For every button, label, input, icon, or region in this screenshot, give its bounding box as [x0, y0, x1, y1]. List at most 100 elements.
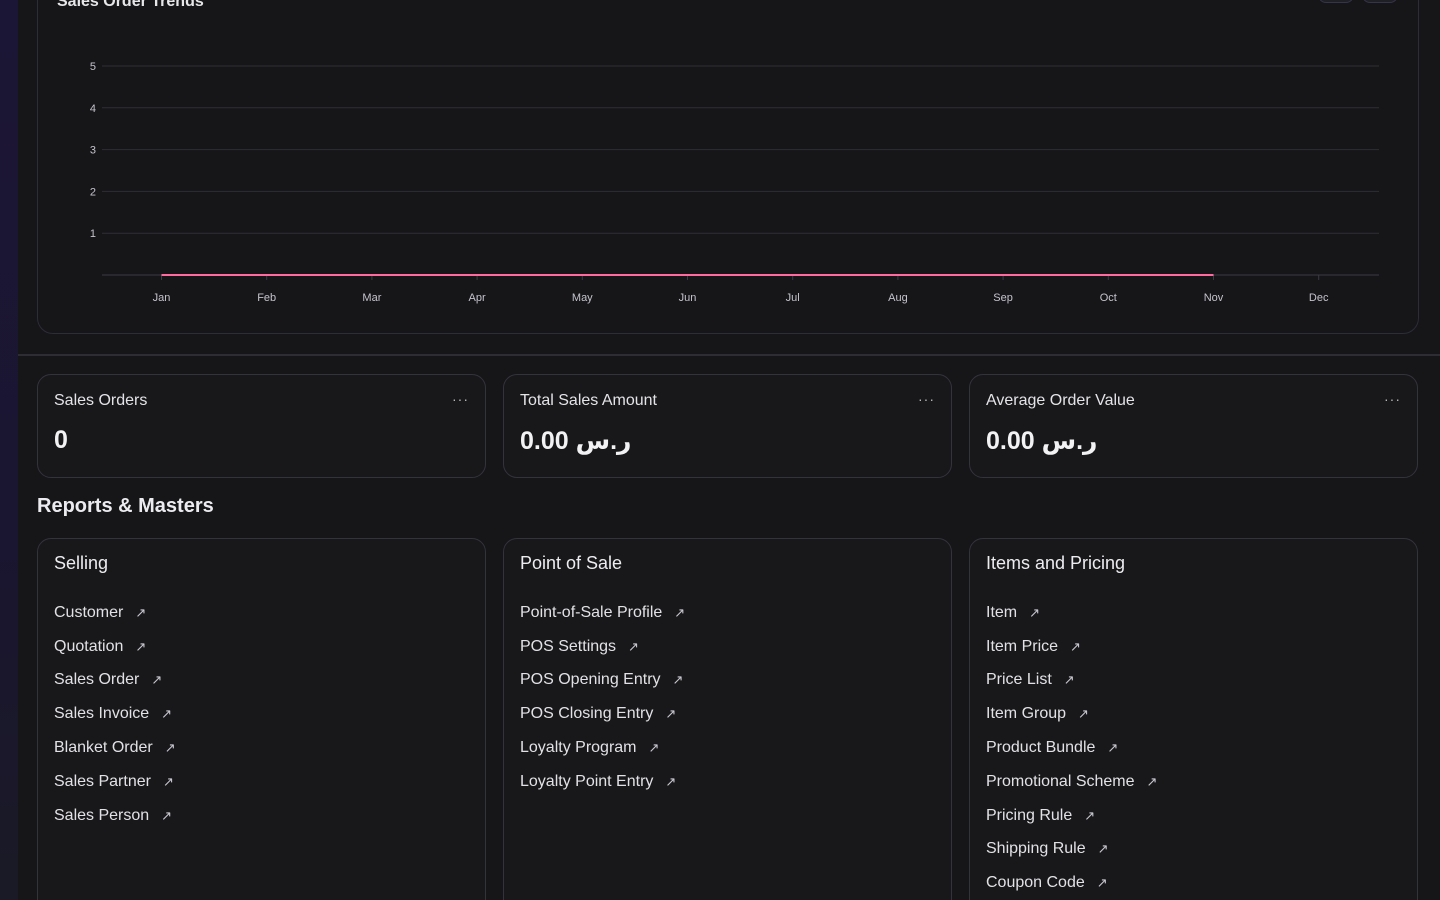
link-item[interactable]: Shipping Rule ↗: [986, 833, 1157, 867]
stat-value: 0.00 ر.س: [986, 427, 1098, 455]
x-tick-label: Feb: [257, 292, 276, 304]
arrow-up-right-icon: ↗: [151, 672, 163, 688]
link-label: Product Bundle: [986, 739, 1096, 757]
link-item[interactable]: Pricing Rule ↗: [986, 799, 1157, 833]
arrow-up-right-icon: ↗: [1097, 841, 1109, 857]
arrow-up-right-icon: ↗: [1146, 773, 1158, 789]
arrow-up-right-icon: ↗: [1107, 740, 1119, 756]
link-label: POS Settings: [520, 637, 617, 655]
link-label: Item: [986, 603, 1018, 621]
link-item[interactable]: Sales Order ↗: [54, 664, 176, 698]
y-tick-label: 1: [90, 228, 96, 240]
link-item[interactable]: Product Bundle ↗: [986, 731, 1157, 765]
link-item[interactable]: Price List ↗: [986, 664, 1157, 698]
link-label: POS Opening Entry: [520, 671, 661, 689]
link-item[interactable]: Sales Invoice ↗: [54, 697, 176, 731]
link-item[interactable]: POS Settings ↗: [520, 630, 685, 664]
arrow-up-right-icon: ↗: [1063, 672, 1075, 688]
y-tick-label: 3: [90, 145, 96, 157]
stat-card-total-sales-amount: Total Sales Amount 0.00 ر.س ···: [503, 374, 952, 478]
x-tick-label: Jan: [153, 292, 171, 304]
arrow-up-right-icon: ↗: [628, 638, 639, 654]
link-item[interactable]: Blanket Order ↗: [54, 731, 176, 765]
arrow-up-right-icon: ↗: [164, 740, 176, 756]
link-item[interactable]: Promotional Scheme ↗: [986, 765, 1157, 799]
link-label: Sales Invoice: [54, 705, 150, 723]
link-item[interactable]: Customer ↗: [54, 596, 176, 630]
stat-card-average-order-value: Average Order Value 0.00 ر.س ···: [969, 374, 1418, 478]
more-icon[interactable]: ···: [918, 391, 935, 407]
link-item[interactable]: Sales Person ↗: [54, 799, 176, 833]
card-title: Items and Pricing: [986, 553, 1126, 573]
link-item[interactable]: Loyalty Point Entry ↗: [520, 765, 685, 799]
arrow-up-right-icon: ↗: [648, 740, 660, 756]
x-tick-label: Jul: [786, 292, 800, 304]
link-label: Customer: [54, 603, 124, 621]
link-item[interactable]: Coupon Code ↗: [986, 866, 1157, 900]
link-label: Sales Partner: [54, 772, 151, 790]
stat-card-sales-orders: Sales Orders 0 ···: [37, 374, 486, 478]
x-tick-label: Dec: [1309, 292, 1329, 304]
arrow-up-right-icon: ↗: [1070, 638, 1081, 654]
x-tick-label: Oct: [1100, 292, 1117, 304]
stat-label: Average Order Value: [986, 392, 1135, 409]
link-label: Coupon Code: [986, 874, 1085, 892]
arrow-up-right-icon: ↗: [162, 773, 174, 789]
card-items-and-pricing: Items and Pricing Item ↗ Item Price ↗ Price …: [969, 538, 1418, 900]
more-icon[interactable]: ···: [452, 391, 469, 407]
link-label: Promotional Scheme: [986, 772, 1135, 790]
card-title: Point of Sale: [520, 553, 623, 573]
sidebar-edge: [0, 0, 18, 900]
stat-label: Total Sales Amount: [520, 392, 657, 409]
link-label: Item Price: [986, 637, 1059, 655]
link-item[interactable]: Item Group ↗: [986, 697, 1157, 731]
link-label: Loyalty Program: [520, 739, 637, 757]
link-item[interactable]: Item ↗: [986, 596, 1157, 630]
link-item[interactable]: Quotation ↗: [54, 630, 176, 664]
link-item[interactable]: Loyalty Program ↗: [520, 731, 685, 765]
link-item[interactable]: POS Opening Entry ↗: [520, 664, 685, 698]
y-tick-label: 2: [90, 186, 96, 198]
link-item[interactable]: Item Price ↗: [986, 630, 1157, 664]
arrow-up-right-icon: ↗: [674, 604, 686, 620]
y-tick-label: 4: [90, 103, 96, 115]
sales-order-trends-chart: Sales Order Trends ⇕ ··· 12345JanFebMarA…: [37, 0, 1419, 334]
card-point-of-sale: Point of Sale Point-of-Sale Profile ↗ POS …: [503, 538, 952, 900]
x-tick-label: Sep: [993, 292, 1013, 304]
link-label: POS Closing Entry: [520, 705, 654, 723]
arrow-up-right-icon: ↗: [665, 773, 677, 789]
y-tick-label: 5: [90, 61, 96, 73]
link-label: Blanket Order: [54, 739, 153, 757]
section-divider: [18, 354, 1440, 356]
arrow-up-right-icon: ↗: [161, 807, 173, 823]
link-label: Quotation: [54, 637, 124, 655]
link-list: Customer ↗ Quotation ↗ Sales Order ↗ Sales Inv…: [54, 596, 176, 833]
reports-masters-heading: Reports & Masters: [37, 495, 214, 517]
arrow-up-right-icon: ↗: [135, 604, 147, 620]
link-list: Point-of-Sale Profile ↗ POS Settings ↗ POS O…: [520, 596, 685, 799]
link-item[interactable]: Point-of-Sale Profile ↗: [520, 596, 685, 630]
card-selling: Selling Customer ↗ Quotation ↗ Sales Order ↗ S…: [37, 538, 486, 900]
link-label: Sales Person: [54, 806, 150, 824]
line-chart-svg: 1 2 3 4 5 Jan Feb Mar Apr May Jun Jul Aug Sep Oct Nov De…: [90, 61, 1379, 304]
link-label: Sales Order: [54, 671, 140, 689]
link-label: Shipping Rule: [986, 840, 1086, 858]
x-tick-label: Apr: [469, 292, 486, 304]
x-tick-label: Nov: [1204, 292, 1224, 304]
arrow-up-right-icon: ↗: [672, 672, 684, 688]
x-tick-label: May: [572, 292, 593, 304]
arrow-up-right-icon: ↗: [1029, 604, 1041, 620]
x-tick-label: Aug: [888, 292, 908, 304]
link-item[interactable]: POS Closing Entry ↗: [520, 697, 685, 731]
link-label: Point-of-Sale Profile: [520, 603, 663, 621]
link-label: Price List: [986, 671, 1052, 689]
link-item[interactable]: Sales Partner ↗: [54, 765, 176, 799]
x-tick-label: Mar: [362, 292, 381, 304]
link-label: Item Group: [986, 705, 1067, 723]
arrow-up-right-icon: ↗: [1096, 875, 1108, 891]
arrow-up-right-icon: ↗: [1078, 706, 1089, 722]
x-tick-label: Jun: [679, 292, 697, 304]
link-list: Item ↗ Item Price ↗ Price List ↗ Item Group ↗ Pr…: [986, 596, 1157, 900]
stat-label: Sales Orders: [54, 392, 148, 409]
more-icon[interactable]: ···: [1384, 391, 1401, 407]
